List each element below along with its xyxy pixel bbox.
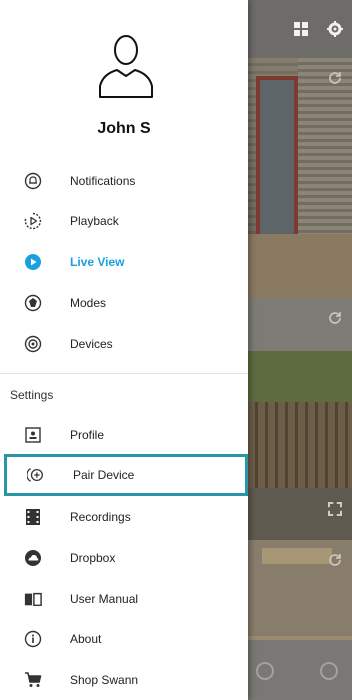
menu-item-label: Dropbox (70, 551, 116, 565)
menu-item-label: Modes (70, 296, 107, 310)
gear-icon[interactable] (326, 20, 344, 38)
modes-icon (24, 294, 42, 312)
recordings-icon (24, 508, 42, 526)
camera-scene (256, 76, 298, 244)
live-play-icon (24, 253, 42, 271)
expand-icon[interactable] (328, 502, 342, 516)
bell-icon (24, 172, 42, 190)
menu-item-label: About (70, 632, 102, 646)
sync-icon[interactable] (328, 70, 342, 84)
menu-item-label: Notifications (70, 174, 136, 188)
live-view-bottombar (248, 640, 352, 700)
avatar-icon (97, 30, 155, 100)
menu-item-label: User Manual (70, 592, 139, 606)
camera-scene (248, 234, 352, 298)
menu-item-pair-device[interactable]: Pair Device (4, 454, 248, 496)
layout-grid-icon[interactable] (292, 20, 310, 38)
menu-item-label: Live View (70, 255, 125, 269)
sync-icon[interactable] (328, 310, 342, 324)
menu-divider (0, 373, 248, 374)
profile-icon (24, 426, 42, 444)
menu-item-dropbox[interactable]: Dropbox (0, 538, 248, 578)
menu-item-notifications[interactable]: Notifications (0, 161, 248, 201)
modes-icon[interactable] (256, 662, 274, 680)
settings-section-label: Settings (10, 388, 54, 402)
menu-item-modes[interactable]: Modes (0, 283, 248, 323)
devices-icon (24, 335, 42, 353)
menu-item-devices[interactable]: Devices (0, 324, 248, 364)
camera-feed-2[interactable] (248, 298, 352, 540)
menu-item-recordings[interactable]: Recordings (0, 497, 248, 537)
pair-device-icon (27, 466, 45, 484)
menu-item-about[interactable]: About (0, 619, 248, 659)
camera-scene (262, 548, 332, 564)
menu-item-shop-swann[interactable]: Shop Swann (0, 660, 248, 700)
live-view-topbar (248, 0, 352, 58)
menu-item-playback[interactable]: Playback (0, 201, 248, 241)
play-outline-icon (24, 212, 42, 230)
menu-item-live-view[interactable]: Live View (0, 242, 248, 282)
camera-feed-1[interactable] (248, 58, 352, 298)
menu-item-label: Devices (70, 337, 113, 351)
info-icon (24, 630, 42, 648)
menu-item-label: Shop Swann (70, 673, 139, 687)
menu-item-label: Pair Device (73, 468, 135, 482)
navigation-drawer: John S Notifications Playback Live View … (0, 0, 248, 700)
menu-item-user-manual[interactable]: User Manual (0, 579, 248, 619)
dropbox-icon (24, 549, 42, 567)
menu-item-label: Profile (70, 428, 105, 442)
camera-scene (248, 402, 352, 488)
book-icon (24, 590, 42, 608)
menu-item-label: Recordings (70, 510, 131, 524)
devices-icon[interactable] (320, 662, 338, 680)
menu-item-label: Playback (70, 214, 119, 228)
user-name: John S (97, 120, 151, 137)
cart-icon (24, 671, 42, 689)
profile-header[interactable]: John S (0, 0, 248, 152)
sync-icon[interactable] (328, 552, 342, 566)
menu-item-profile[interactable]: Profile (0, 415, 248, 455)
